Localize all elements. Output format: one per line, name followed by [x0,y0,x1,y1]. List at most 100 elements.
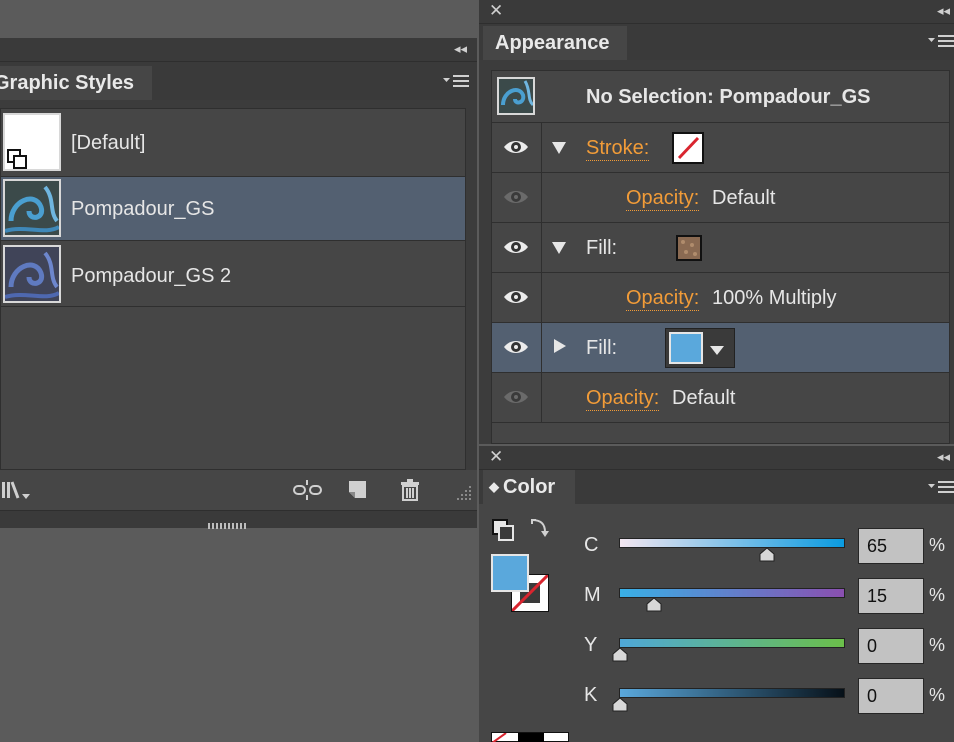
channel-unit: % [929,535,946,555]
opacity-value: 100% Multiply [712,287,837,309]
collapse-icon[interactable]: ◂◂ [937,449,950,465]
visibility-eye-icon[interactable] [502,137,530,157]
visibility-eye-icon[interactable] [502,337,530,357]
list-item-label: Pompadour_GS [71,198,215,220]
global-opacity-row[interactable]: Opacity: Default [492,372,949,422]
visibility-eye-icon[interactable] [502,287,530,307]
appearance-body: No Selection: Pompadour_GS Stroke: Opaci… [491,70,950,444]
color-panel: ✕ ◂◂ ◆ Color C 65% M 15% Y 0% K 0% [479,446,954,742]
fill-row-selected[interactable]: Fill: [492,322,949,372]
color-body: C 65% M 15% Y 0% K 0% [479,504,954,742]
updown-arrows-icon: ◆ [489,479,499,494]
graphic-styles-titlebar[interactable]: ◂◂ [0,38,477,62]
stroke-label[interactable]: Stroke: [586,137,650,161]
visibility-eye-icon[interactable] [502,237,530,257]
visibility-eye-dim-icon[interactable] [502,187,530,207]
stroke-opacity-row[interactable]: Opacity: Default [492,172,949,222]
channel-label: K [584,684,598,706]
appearance-panel: ✕ ◂◂ Appearance No Selection: Pompadour_… [479,0,954,444]
channel-value-input[interactable]: 0 [858,678,924,714]
channel-label: Y [584,634,598,656]
list-item[interactable]: [Default] [1,109,465,177]
collapse-icon[interactable]: ◂◂ [937,3,950,19]
style-libraries-icon[interactable] [2,478,34,507]
disclosure-right-icon[interactable] [554,339,566,358]
tab-appearance-label: Appearance [495,31,610,54]
new-style-icon[interactable] [346,478,370,507]
disclosure-down-icon[interactable] [552,241,566,259]
channel-slider-track[interactable] [619,638,845,648]
tab-appearance[interactable]: Appearance [483,26,627,60]
close-icon[interactable]: ✕ [489,447,503,467]
color-channel-row: C 65% [479,528,954,568]
appearance-header-text: No Selection: Pompadour_GS [586,86,871,108]
color-titlebar[interactable]: ✕ ◂◂ [479,446,954,470]
list-item[interactable]: Pompadour_GS [1,177,465,241]
channel-unit: % [929,635,946,655]
collapse-icon[interactable]: ◂◂ [454,41,467,57]
graphic-styles-toolbar [0,470,477,510]
color-channel-row: Y 0% [479,628,954,668]
chevron-down-icon[interactable] [710,343,724,361]
break-link-icon[interactable] [292,478,324,507]
fill-row[interactable]: Fill: [492,222,949,272]
pattern-fill-swatch[interactable] [676,235,702,261]
opacity-value: Default [712,187,776,209]
fill-opacity-row[interactable]: Opacity: 100% Multiply [492,272,949,322]
appearance-header-row: No Selection: Pompadour_GS [492,71,949,122]
channel-label: C [584,534,599,556]
tab-color[interactable]: ◆ Color [483,470,575,504]
color-tabrow: ◆ Color [479,470,954,504]
pompadour-2-style-thumbnail [3,245,61,303]
close-icon[interactable]: ✕ [489,1,503,21]
style-preview-thumbnail [497,77,535,115]
channel-value-input[interactable]: 65 [858,528,924,564]
color-ramp-strip[interactable] [491,732,569,742]
disclosure-down-icon[interactable] [552,141,566,159]
channel-value-input[interactable]: 0 [858,628,924,664]
stroke-none-swatch[interactable] [672,132,704,164]
default-style-thumbnail [3,113,61,171]
tab-color-label: Color [503,475,556,498]
graphic-styles-tabrow: Graphic Styles [0,62,477,100]
trash-icon[interactable] [398,478,422,507]
resize-grip-icon[interactable] [455,484,473,507]
list-item[interactable]: Pompadour_GS 2 [1,241,465,307]
visibility-eye-dim-icon[interactable] [502,387,530,407]
fill-color-dropdown[interactable] [665,328,735,368]
list-item-label: Pompadour_GS 2 [71,265,232,287]
panel-bottom-handle[interactable] [0,510,477,529]
panel-menu-icon[interactable] [928,34,954,48]
channel-slider-track[interactable] [619,538,845,548]
channel-value-input[interactable]: 15 [858,578,924,614]
appearance-tabrow: Appearance [479,24,954,60]
appearance-titlebar[interactable]: ✕ ◂◂ [479,0,954,24]
channel-slider-track[interactable] [619,688,845,698]
appearance-empty-area [492,422,949,444]
channel-slider-track[interactable] [619,588,845,598]
opacity-label[interactable]: Opacity: [626,287,700,311]
list-item-label: [Default] [71,132,146,154]
opacity-label[interactable]: Opacity: [586,387,660,411]
channel-unit: % [929,585,946,605]
opacity-label[interactable]: Opacity: [626,187,700,211]
panel-menu-icon[interactable] [443,74,469,88]
tab-graphic-styles[interactable]: Graphic Styles [0,66,152,100]
panel-menu-icon[interactable] [928,480,954,494]
graphic-styles-list: [Default] Pompadour_GS Pompadour_GS 2 [0,108,466,470]
slider-thumb-icon[interactable] [612,697,628,717]
pompadour-style-thumbnail [3,179,61,237]
color-channel-row: M 15% [479,578,954,618]
drag-handle-icon[interactable] [208,516,248,534]
graphic-styles-panel: ◂◂ Graphic Styles [Default] Pompadour_GS [0,38,477,529]
color-channel-row: K 0% [479,678,954,718]
slider-thumb-icon[interactable] [612,647,628,667]
tab-graphic-styles-label: Graphic Styles [0,71,135,94]
stroke-row[interactable]: Stroke: [492,122,949,172]
fill-label: Fill: [586,337,618,359]
channel-label: M [584,584,601,606]
channel-unit: % [929,685,946,705]
fill-color-swatch[interactable] [669,332,703,364]
slider-thumb-icon[interactable] [646,597,662,617]
slider-thumb-icon[interactable] [759,547,775,567]
